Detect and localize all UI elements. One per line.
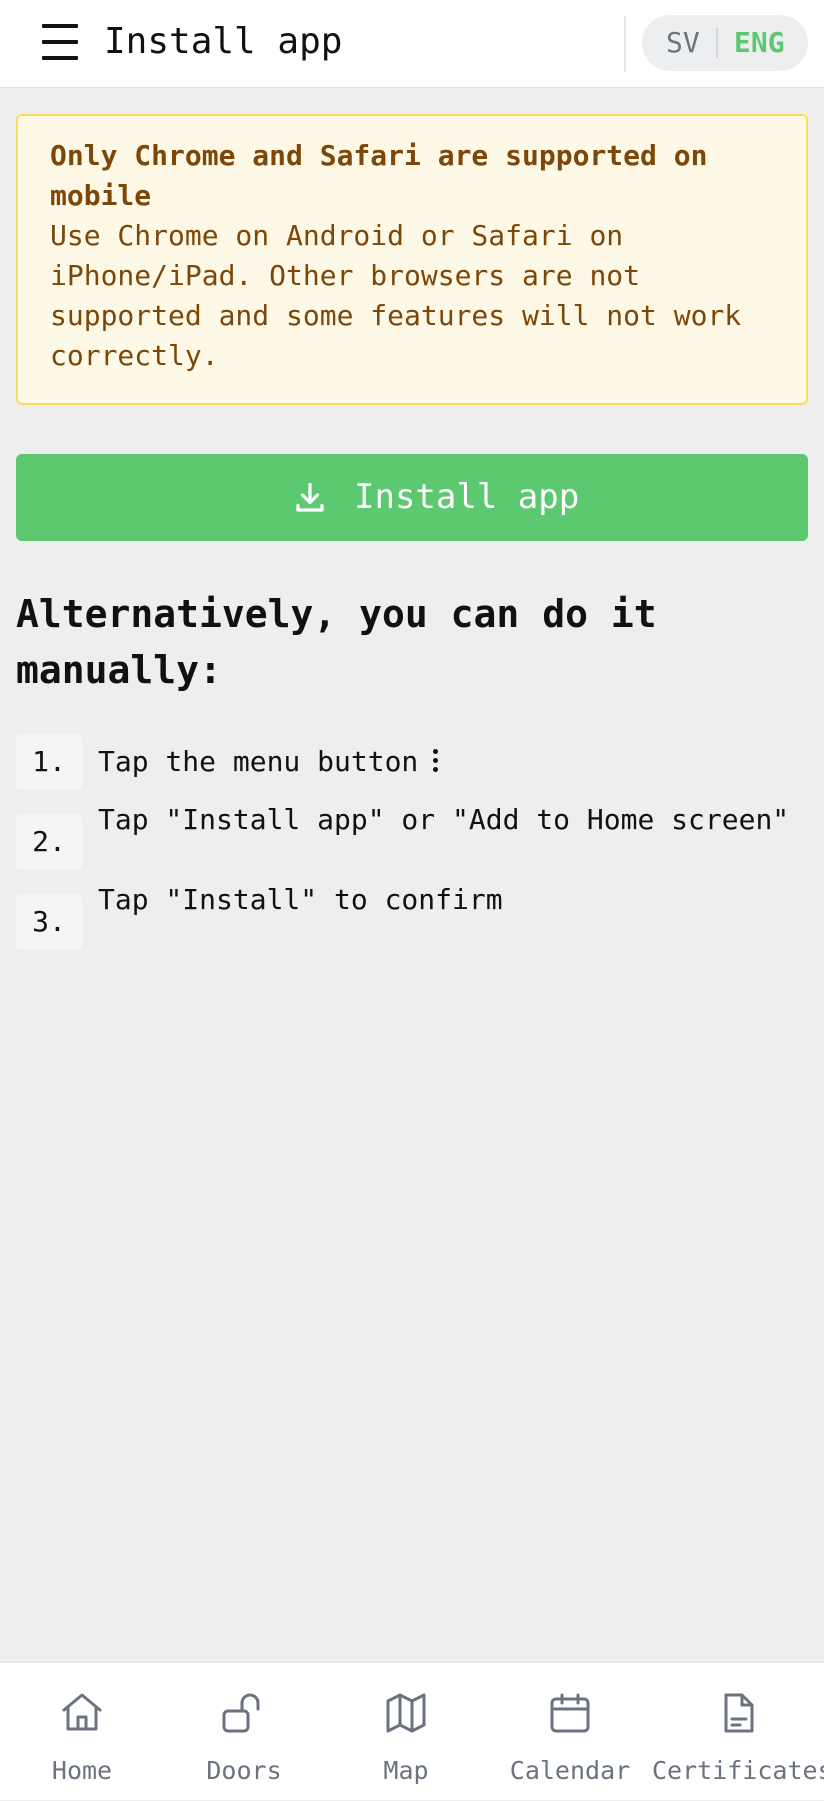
nav-item-certificates[interactable]: Certificates: [652, 1663, 824, 1801]
language-eng-option[interactable]: ENG: [734, 26, 785, 60]
warning-title: Only Chrome and Safari are supported on …: [50, 139, 708, 212]
warning-body: Use Chrome on Android or Safari on iPhon…: [50, 219, 742, 372]
page-title: Install app: [104, 21, 343, 62]
nav-item-doors[interactable]: Doors: [164, 1663, 324, 1801]
step-text: Tap the menu button: [98, 745, 419, 778]
step-item: 2. Tap "Install app" or "Add to Home scr…: [16, 803, 816, 870]
step-text: Tap "Install" to confirm: [98, 883, 503, 916]
step-item: 1. Tap the menu button: [16, 734, 816, 790]
step-text-wrap: Tap the menu button: [98, 734, 439, 790]
language-switcher: SV ENG: [642, 15, 808, 71]
step-number: 2.: [16, 814, 82, 870]
bottom-navigation: Home Doors Map Calendar Certificates: [0, 1662, 824, 1800]
install-app-button[interactable]: Install app: [16, 454, 808, 541]
nav-item-map[interactable]: Map: [324, 1663, 488, 1801]
unlocked-padlock-icon: [222, 1693, 260, 1733]
nav-label: Doors: [206, 1756, 282, 1785]
nav-label: Map: [383, 1756, 429, 1785]
hamburger-menu-icon[interactable]: [36, 18, 84, 66]
nav-item-home[interactable]: Home: [0, 1663, 164, 1801]
nav-item-calendar[interactable]: Calendar: [488, 1663, 652, 1801]
header-divider: [624, 16, 626, 72]
install-app-label: Install app: [354, 477, 580, 517]
step-number: 1.: [16, 734, 82, 790]
step-number: 3.: [16, 894, 82, 950]
language-sv-option[interactable]: SV: [666, 26, 700, 60]
manual-install-heading: Alternatively, you can do it manually:: [16, 592, 657, 692]
nav-label: Calendar: [509, 1756, 631, 1785]
map-icon: [386, 1693, 426, 1733]
browser-warning-banner: Only Chrome and Safari are supported on …: [16, 114, 808, 405]
language-separator: [716, 28, 718, 58]
step-item: 3. Tap "Install" to confirm: [16, 883, 816, 950]
nav-label: Certificates: [652, 1756, 824, 1785]
app-header: Install app SV ENG: [0, 0, 824, 88]
home-icon: [62, 1693, 102, 1731]
kebab-menu-icon: [432, 749, 439, 773]
nav-label: Home: [51, 1756, 113, 1785]
document-icon: [724, 1693, 754, 1733]
calendar-icon: [550, 1693, 590, 1733]
download-icon: [296, 482, 324, 512]
step-text: Tap "Install app" or "Add to Home screen…: [98, 803, 790, 836]
